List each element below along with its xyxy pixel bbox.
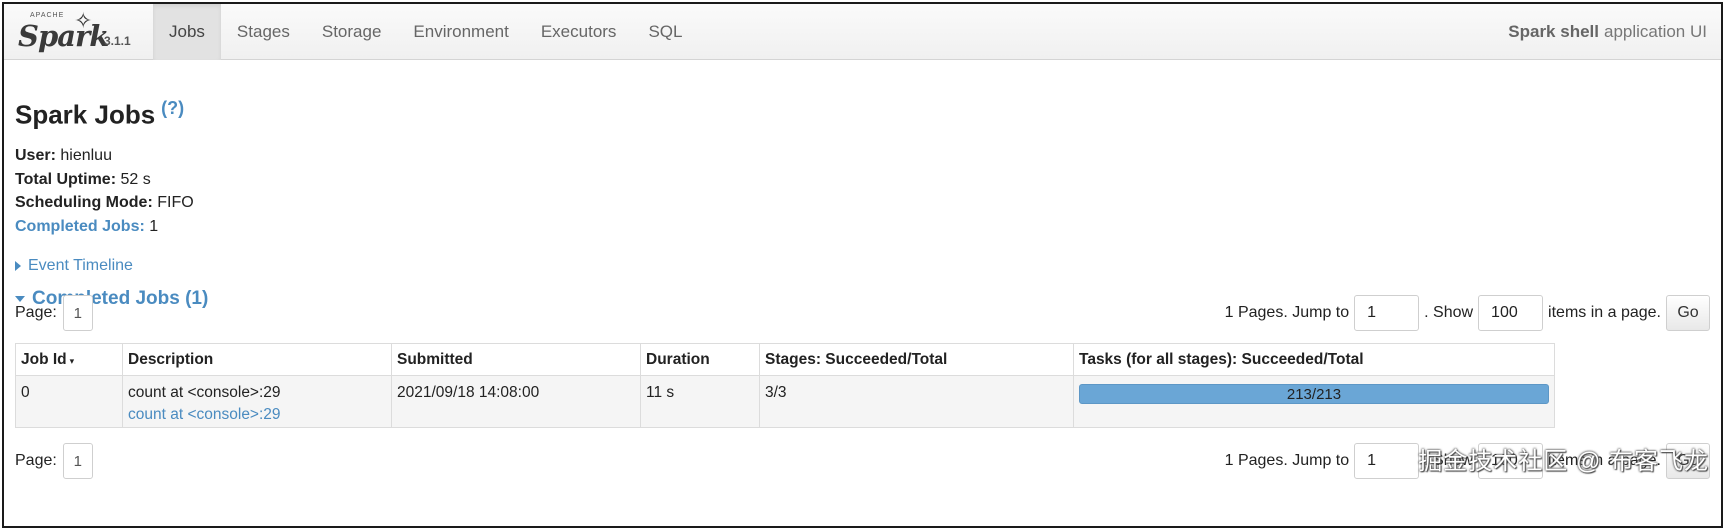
- summary-uptime: Total Uptime: 52 s: [15, 168, 194, 192]
- pages-jump-label: 1 Pages. Jump to: [1224, 304, 1350, 321]
- header-description[interactable]: Description: [122, 343, 392, 376]
- summary-mode: Scheduling Mode: FIFO: [15, 191, 194, 215]
- app-frame: APACHE Spark ✧ 3.1.1 Jobs Stages Storage…: [2, 2, 1723, 528]
- summary-completed: Completed Jobs: 1: [15, 215, 194, 239]
- job-summary: User: hienluu Total Uptime: 52 s Schedul…: [15, 144, 194, 238]
- tab-jobs[interactable]: Jobs: [153, 4, 221, 60]
- items-label: items in a page.: [1548, 304, 1661, 321]
- tab-storage[interactable]: Storage: [306, 4, 398, 60]
- spark-logo[interactable]: APACHE Spark ✧ 3.1.1: [12, 6, 147, 58]
- page-size-input[interactable]: 100: [1478, 295, 1544, 331]
- uptime-label: Total Uptime:: [15, 170, 117, 188]
- page-label: Page:: [15, 452, 57, 469]
- cell-stages: 3/3: [759, 375, 1074, 428]
- table-row: 0 count at <console>:29 count at <consol…: [15, 375, 1555, 428]
- summary-user: User: hienluu: [15, 144, 194, 168]
- watermark: 掘金技术社区 @ 布客飞龙: [1418, 448, 1709, 475]
- page-number-button[interactable]: 1: [62, 295, 93, 331]
- tab-environment[interactable]: Environment: [397, 4, 524, 60]
- completed-jobs-count: 1: [149, 217, 159, 235]
- description-link[interactable]: count at <console>:29: [128, 406, 386, 424]
- cell-job-id: 0: [15, 375, 123, 428]
- pagination-top: Page: 1 1 Pages. Jump to 1 . Show 100 it…: [15, 295, 1710, 331]
- app-name: Spark shell: [1508, 22, 1599, 41]
- header-tasks[interactable]: Tasks (for all stages): Succeeded/Total: [1073, 343, 1555, 376]
- tab-stages[interactable]: Stages: [221, 4, 306, 60]
- mode-value: FIFO: [157, 194, 194, 211]
- pages-jump-label: 1 Pages. Jump to: [1224, 452, 1350, 469]
- sort-desc-icon: ▾: [69, 355, 75, 366]
- tab-sql[interactable]: SQL: [632, 4, 698, 60]
- header-job-id[interactable]: Job Id ▾: [15, 343, 123, 376]
- page-number-button[interactable]: 1: [62, 443, 93, 479]
- page-title: Spark Jobs (?): [15, 98, 184, 131]
- cell-description: count at <console>:29 count at <console>…: [122, 375, 392, 428]
- event-timeline-label: Event Timeline: [28, 257, 133, 274]
- app-title: Spark shell application UI: [1508, 4, 1707, 60]
- header-duration[interactable]: Duration: [640, 343, 760, 376]
- header-submitted[interactable]: Submitted: [391, 343, 641, 376]
- nav-tabs: Jobs Stages Storage Environment Executor…: [153, 4, 698, 60]
- page-controls-top: 1 Pages. Jump to 1 . Show 100 items in a…: [1225, 295, 1710, 331]
- go-button[interactable]: Go: [1666, 295, 1710, 331]
- table-header-row: Job Id ▾ Description Submitted Duration S…: [15, 343, 1555, 376]
- cell-tasks: 213/213: [1073, 375, 1555, 428]
- jump-to-page-input[interactable]: 1: [1354, 443, 1420, 479]
- jump-to-page-input[interactable]: 1: [1354, 295, 1420, 331]
- completed-jobs-link[interactable]: Completed Jobs:: [15, 218, 145, 235]
- page-label: Page:: [15, 304, 57, 321]
- user-label: User:: [15, 147, 56, 164]
- navbar: APACHE Spark ✧ 3.1.1 Jobs Stages Storage…: [4, 4, 1721, 60]
- page-selector-bottom: Page: 1: [15, 443, 93, 479]
- cell-submitted: 2021/09/18 14:08:00: [391, 375, 641, 428]
- help-link[interactable]: (?): [161, 98, 184, 118]
- tasks-progress-text: 213/213: [1286, 385, 1342, 403]
- uptime-value: 52 s: [120, 170, 151, 188]
- tasks-progress-bar: 213/213: [1079, 384, 1549, 404]
- cell-duration: 11 s: [640, 375, 760, 428]
- completed-jobs-table: Job Id ▾ Description Submitted Duration S…: [15, 343, 1555, 428]
- tab-executors[interactable]: Executors: [525, 4, 633, 60]
- description-text: count at <console>:29: [128, 384, 281, 401]
- mode-label: Scheduling Mode:: [15, 194, 153, 211]
- user-value: hienluu: [60, 147, 112, 164]
- logo-spark-text: Spark: [18, 19, 109, 53]
- logo-apache-text: APACHE: [30, 12, 65, 19]
- show-label: . Show: [1424, 304, 1474, 321]
- page-selector-top: Page: 1: [15, 295, 93, 331]
- chevron-right-icon: [15, 261, 21, 271]
- header-stages[interactable]: Stages: Succeeded/Total: [759, 343, 1074, 376]
- event-timeline-toggle[interactable]: Event Timeline: [15, 257, 133, 275]
- app-suffix: application UI: [1603, 22, 1707, 41]
- page-title-text: Spark Jobs: [15, 99, 156, 130]
- spark-star-icon: ✧: [74, 8, 93, 33]
- spark-version: 3.1.1: [104, 34, 131, 48]
